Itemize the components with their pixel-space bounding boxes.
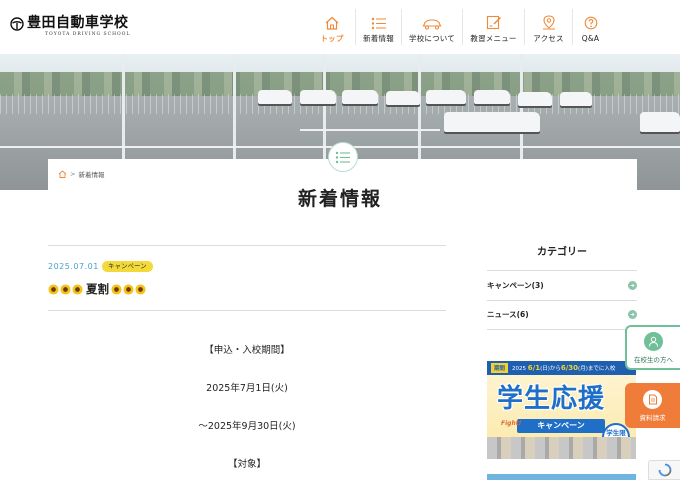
- document-icon: [643, 389, 662, 409]
- logo-subtitle: TOYOTA DRIVING SCHOOL: [45, 32, 131, 37]
- banner-town-illustration: [487, 437, 636, 459]
- banner-period-bar: 期間 2025 6/1(日)から6/30(月)までに入校: [487, 361, 636, 375]
- divider: [48, 245, 446, 246]
- body-text: 【対象】: [227, 459, 266, 470]
- nav-item-news[interactable]: 新着情報: [355, 9, 401, 45]
- sunflower-emoji-icon: [60, 283, 71, 295]
- banner-date-from: 6/1: [527, 364, 541, 372]
- student-campaign-banner[interactable]: 期間 2025 6/1(日)から6/30(月)までに入校 学生応援 キャンペーン…: [487, 361, 636, 459]
- car-icon: [422, 19, 442, 30]
- divider: [487, 329, 637, 330]
- body-text: 2025年7月1日(火): [206, 383, 288, 394]
- body-text: 【申込・入校期間】: [204, 345, 290, 356]
- question-icon: [584, 16, 597, 30]
- banner-headline: 学生応援: [497, 384, 606, 414]
- sunflower-emoji-icon: [72, 283, 83, 295]
- nav-item-about[interactable]: 学校について: [401, 9, 462, 45]
- divider: [48, 310, 446, 311]
- sunflower-emoji-icon: [111, 283, 122, 295]
- logo-name: 豊田自動車学校: [27, 15, 129, 31]
- banner-period-text: 2025 6/1(日)から6/30(月)までに入校: [512, 364, 615, 372]
- license-icon: [486, 15, 501, 30]
- body-text: ～2025年9月30日(火): [198, 421, 296, 432]
- nav-item-qa[interactable]: Q&A: [572, 9, 608, 45]
- nav-label: アクセス: [533, 34, 564, 43]
- nav-label: Q&A: [581, 34, 600, 43]
- sunflower-emoji-icon: [135, 283, 146, 295]
- site-logo[interactable]: 豊田自動車学校 TOYOTA DRIVING SCHOOL: [10, 14, 130, 37]
- sunflower-emoji-icon: [123, 283, 134, 295]
- sidebar-heading: カテゴリー: [537, 247, 587, 258]
- banner-tag: 期間: [491, 363, 509, 373]
- student-icon: [644, 331, 663, 351]
- post-title: 夏割: [48, 281, 147, 297]
- breadcrumb-separator: >: [70, 170, 76, 178]
- arrow-right-icon: [628, 310, 637, 319]
- breadcrumb-current: 新着情報: [78, 171, 105, 179]
- recaptcha-icon: [658, 463, 671, 477]
- nav-label: 新着情報: [363, 34, 394, 43]
- nav-label: 教習メニュー: [470, 34, 517, 43]
- post-category-badge[interactable]: キャンペーン: [102, 261, 153, 272]
- nav-label: 学校について: [409, 34, 455, 43]
- banner-subheadline: キャンペーン: [517, 419, 605, 433]
- post-title-text: 夏割: [86, 282, 109, 296]
- category-item-news[interactable]: ニュース(6): [487, 300, 637, 329]
- banner-to-day: (月)までに入校: [578, 366, 616, 372]
- global-nav: トップ 新着情報 学校について 教習メニュー アクセス Q&A: [309, 9, 608, 45]
- request-materials-label: 資料請求: [639, 413, 666, 422]
- category-label: ニュース(6): [487, 310, 529, 319]
- secondary-banner[interactable]: [487, 474, 636, 480]
- nav-item-courses[interactable]: 教習メニュー: [462, 9, 524, 45]
- breadcrumb: > 新着情報: [58, 169, 104, 179]
- category-label: キャンペーン(3): [487, 281, 544, 290]
- banner-date-to: 6/30: [560, 364, 579, 372]
- breadcrumb-home-icon[interactable]: [58, 170, 67, 178]
- banner-year: 2025: [512, 366, 527, 372]
- post-date: 2025.07.01: [48, 262, 99, 271]
- recaptcha-badge[interactable]: [648, 460, 680, 480]
- map-pin-icon: [542, 15, 555, 30]
- news-list-icon: [328, 142, 358, 172]
- logo-mark-icon: [10, 17, 24, 31]
- site-header: 豊田自動車学校 TOYOTA DRIVING SCHOOL トップ 新着情報 学…: [0, 0, 680, 54]
- nav-label: トップ: [320, 34, 344, 43]
- banner-fight-text: Fight!: [501, 420, 522, 427]
- arrow-right-icon: [628, 281, 637, 290]
- current-students-label: 在校生の方へ: [634, 355, 673, 364]
- banner-from-day: (日)から: [540, 366, 561, 372]
- current-students-button[interactable]: 在校生の方へ: [625, 325, 680, 370]
- nav-item-access[interactable]: アクセス: [524, 9, 572, 45]
- category-item-campaign[interactable]: キャンペーン(3): [487, 271, 637, 300]
- page-title: 新着情報: [297, 188, 382, 210]
- request-materials-button[interactable]: 資料請求: [625, 383, 680, 428]
- home-icon: [325, 16, 339, 30]
- sunflower-emoji-icon: [48, 283, 59, 295]
- list-icon: [371, 17, 386, 30]
- nav-item-top[interactable]: トップ: [309, 9, 355, 45]
